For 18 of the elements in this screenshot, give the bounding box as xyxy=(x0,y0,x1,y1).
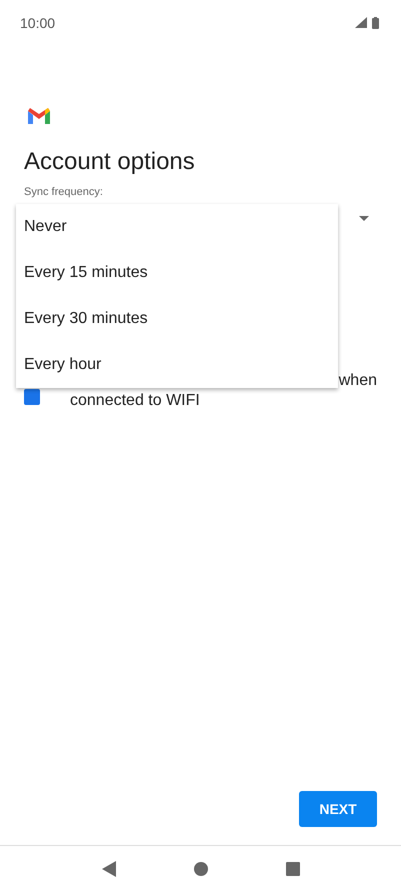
status-time: 10:00 xyxy=(20,14,56,30)
page-title: Account options xyxy=(24,148,195,176)
back-icon[interactable] xyxy=(102,861,116,877)
mail-logo-icon xyxy=(28,108,50,124)
recents-icon[interactable] xyxy=(286,862,300,876)
home-icon[interactable] xyxy=(194,862,208,876)
checkbox-label: when xyxy=(338,371,377,391)
next-button[interactable]: NEXT xyxy=(299,791,377,827)
menu-item[interactable]: Every 30 minutes xyxy=(16,296,338,342)
dropdown-arrow-icon[interactable] xyxy=(359,216,369,220)
checkbox[interactable] xyxy=(24,389,40,405)
menu-item[interactable]: Every 15 minutes xyxy=(16,250,338,296)
menu-item[interactable]: Every hour xyxy=(16,342,338,388)
field-label: Sync frequency: xyxy=(24,186,103,198)
battery-icon xyxy=(372,16,379,28)
signal-icon xyxy=(355,17,367,28)
menu-item[interactable]: Never xyxy=(16,204,338,250)
checkbox-label: connected to WIFI xyxy=(70,391,200,411)
